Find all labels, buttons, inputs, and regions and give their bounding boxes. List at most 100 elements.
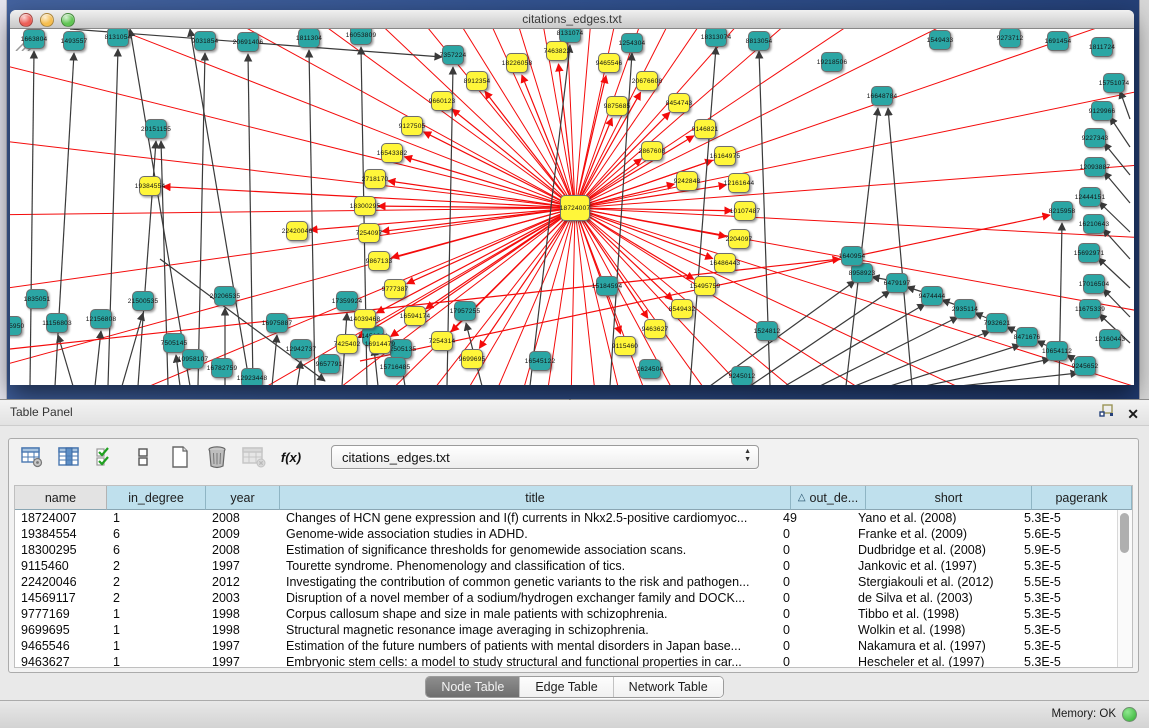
network-node[interactable]: 9245012: [731, 366, 753, 385]
network-node[interactable]: 9129966: [1091, 101, 1113, 121]
network-node[interactable]: 1663804: [23, 29, 45, 49]
network-node[interactable]: 12161644: [728, 173, 750, 193]
hub-network-node[interactable]: 18724007: [560, 195, 590, 221]
network-node[interactable]: 9867133: [368, 251, 390, 271]
network-node[interactable]: 8215958: [1051, 201, 1073, 221]
network-node[interactable]: 7932621: [986, 313, 1008, 333]
network-node[interactable]: 20676608: [636, 71, 658, 91]
column-header-in_degree[interactable]: in_degree: [107, 486, 206, 510]
column-header-year[interactable]: year: [206, 486, 280, 510]
tab-node-table[interactable]: Node Table: [426, 677, 520, 697]
network-node[interactable]: 9777387: [384, 279, 406, 299]
network-node[interactable]: 7357224: [442, 45, 464, 65]
network-node[interactable]: 7254097: [358, 223, 380, 243]
network-node[interactable]: 18313074: [705, 29, 727, 47]
function-builder-icon[interactable]: f(x): [278, 444, 304, 470]
network-node[interactable]: 10107487: [734, 201, 756, 221]
scrollbar-thumb[interactable]: [1120, 513, 1129, 553]
table-row[interactable]: 911546021997Tourette syndrome. Phenomeno…: [15, 558, 1118, 574]
network-node[interactable]: 16210643: [1083, 214, 1105, 234]
network-node[interactable]: 9660123: [431, 91, 453, 111]
network-node[interactable]: 17016504: [1083, 274, 1105, 294]
network-node[interactable]: 1549433: [929, 30, 951, 50]
network-window-titlebar[interactable]: citations_edges.txt: [10, 10, 1134, 29]
network-node[interactable]: 16543382: [381, 143, 403, 163]
network-node[interactable]: 8912354: [466, 71, 488, 91]
network-node[interactable]: 15716485: [384, 357, 406, 377]
network-node[interactable]: 14039468: [354, 309, 376, 329]
network-node[interactable]: 17957255: [454, 301, 476, 321]
network-node[interactable]: 20151155: [145, 119, 167, 139]
table-row[interactable]: 1830029562008Estimation of significance …: [15, 542, 1118, 558]
network-node[interactable]: 15692971: [1078, 243, 1100, 263]
network-node[interactable]: 12156808: [90, 309, 112, 329]
network-node[interactable]: 16782759: [211, 358, 233, 378]
vertical-scrollbar[interactable]: [1117, 510, 1132, 667]
network-node[interactable]: 3915950: [10, 316, 22, 336]
network-node[interactable]: 9465546: [598, 53, 620, 73]
network-node[interactable]: 15184594: [596, 276, 618, 296]
network-node[interactable]: 9146821: [694, 119, 716, 139]
row-height-icon[interactable]: [130, 444, 156, 470]
network-node[interactable]: 20206535: [214, 286, 236, 306]
network-node[interactable]: 16545122: [529, 351, 551, 371]
show-columns-icon[interactable]: [56, 444, 82, 470]
network-node[interactable]: 9031854: [194, 31, 216, 51]
table-row[interactable]: 1456911722003Disruption of a novel membe…: [15, 590, 1118, 606]
network-node[interactable]: 7425402: [336, 334, 358, 354]
network-node[interactable]: 2867608: [641, 141, 663, 161]
network-node[interactable]: 8131054: [107, 29, 129, 47]
network-node[interactable]: 8471676: [1016, 327, 1038, 347]
network-node[interactable]: 22420046: [286, 221, 308, 241]
network-node[interactable]: 21500535: [132, 291, 154, 311]
tab-edge-table[interactable]: Edge Table: [520, 677, 613, 697]
network-node[interactable]: 19384554: [139, 176, 161, 196]
table-row[interactable]: 1872400712008Changes of HCN gene express…: [15, 510, 1118, 526]
network-node[interactable]: 16914479: [369, 334, 391, 354]
network-node[interactable]: 11156803: [46, 313, 68, 333]
network-node[interactable]: 9273712: [999, 29, 1021, 48]
close-panel-icon[interactable]: ✕: [1127, 407, 1139, 421]
table-row[interactable]: 946362711997Embryonic stem cells: a mode…: [15, 654, 1118, 667]
network-node[interactable]: 8958923: [851, 263, 873, 283]
table-row[interactable]: 1938455462009Genome-wide association stu…: [15, 526, 1118, 542]
network-node[interactable]: 6479197: [886, 273, 908, 293]
table-settings-icon[interactable]: [19, 444, 45, 470]
network-node[interactable]: 15495759: [694, 276, 716, 296]
network-node[interactable]: 2935114: [954, 299, 976, 319]
select-rows-icon[interactable]: [93, 444, 119, 470]
network-canvas[interactable]: 1663804149355781310542015115590318542069…: [10, 29, 1134, 385]
network-node[interactable]: 9127505: [401, 116, 423, 136]
network-node[interactable]: 2204097: [728, 229, 750, 249]
column-header-pagerank[interactable]: pagerank: [1032, 486, 1132, 510]
network-node[interactable]: 1835051: [26, 289, 48, 309]
network-node[interactable]: 15751074: [1103, 73, 1125, 93]
network-node[interactable]: 17359924: [336, 291, 358, 311]
network-node[interactable]: 12160443: [1099, 329, 1121, 349]
table-selector-dropdown[interactable]: citations_edges.txt ▲▼: [331, 445, 759, 469]
network-node[interactable]: 1811724: [1091, 37, 1113, 57]
network-node[interactable]: 2718170: [364, 169, 386, 189]
network-node[interactable]: 10654112: [1046, 341, 1068, 361]
network-node[interactable]: 8549432: [671, 299, 693, 319]
network-node[interactable]: 9115460: [614, 336, 636, 356]
network-node[interactable]: 12093887: [1084, 157, 1106, 177]
new-column-icon[interactable]: [167, 444, 193, 470]
network-node[interactable]: 1624504: [639, 359, 661, 379]
network-node[interactable]: 9463627: [644, 319, 666, 339]
network-node[interactable]: 7463822: [546, 41, 568, 61]
network-node[interactable]: 16975887: [266, 313, 288, 333]
table-row[interactable]: 969969511998Structural magnetic resonanc…: [15, 622, 1118, 638]
column-header-title[interactable]: title: [280, 486, 791, 510]
network-node[interactable]: 18300295: [354, 196, 376, 216]
tab-network-table[interactable]: Network Table: [614, 677, 723, 697]
network-node[interactable]: 1640954: [841, 246, 863, 266]
network-node[interactable]: 9242848: [676, 171, 698, 191]
network-node[interactable]: 16648784: [871, 86, 893, 106]
network-node[interactable]: 8454743: [668, 93, 690, 113]
network-node[interactable]: 16053809: [350, 29, 372, 45]
network-node[interactable]: 10958107: [182, 349, 204, 369]
table-row[interactable]: 2242004622012Investigating the contribut…: [15, 574, 1118, 590]
column-header-short[interactable]: short: [866, 486, 1032, 510]
network-node[interactable]: 16594174: [404, 306, 426, 326]
